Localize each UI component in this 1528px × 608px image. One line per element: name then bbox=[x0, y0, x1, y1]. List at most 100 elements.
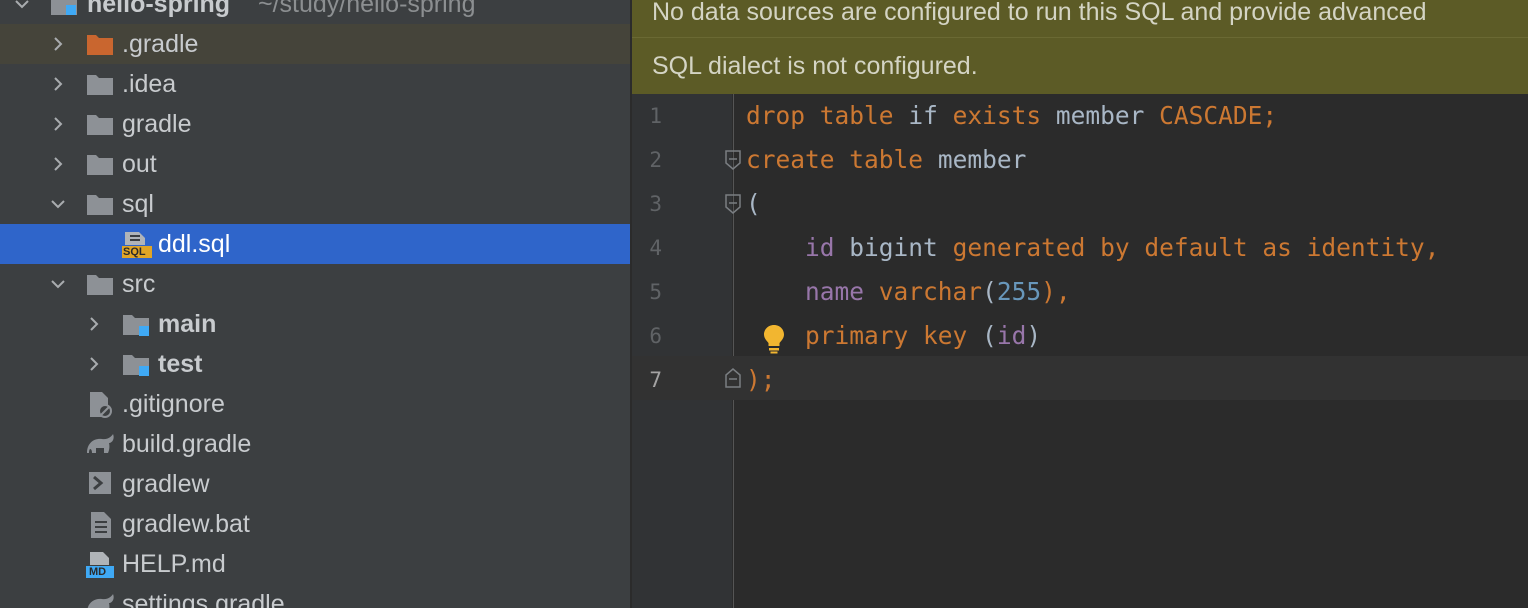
tree-item-gradlew[interactable]: gradlew bbox=[0, 464, 630, 504]
folder-icon bbox=[86, 151, 114, 177]
tree-item-label: test bbox=[158, 350, 203, 378]
sql-keyword: create bbox=[746, 145, 835, 174]
folder-icon bbox=[86, 191, 114, 217]
fold-open-icon[interactable] bbox=[724, 150, 742, 170]
sql-paren: ( bbox=[982, 321, 997, 350]
sql-identifier: member bbox=[1055, 101, 1145, 130]
gradle-file-icon bbox=[84, 591, 116, 608]
tree-item-help-md[interactable]: MD HELP.md bbox=[0, 544, 630, 584]
gitignore-file-icon bbox=[88, 391, 114, 418]
folder-excluded-icon bbox=[86, 31, 114, 57]
sql-number: 255 bbox=[996, 277, 1042, 306]
line-number: 1 bbox=[649, 104, 662, 128]
tree-item-label: gradlew.bat bbox=[122, 510, 250, 538]
sql-type: bigint bbox=[849, 233, 938, 262]
markdown-file-icon: MD bbox=[86, 551, 116, 578]
chevron-right-icon[interactable] bbox=[86, 316, 102, 332]
tree-item-gradle[interactable]: gradle bbox=[0, 104, 630, 144]
folder-icon bbox=[86, 111, 114, 137]
dialect-warning-banner[interactable]: SQL dialect is not configured. bbox=[632, 37, 1528, 94]
tree-item-label: .gradle bbox=[122, 30, 199, 58]
tree-item-sql[interactable]: sql bbox=[0, 184, 630, 224]
source-folder-icon bbox=[122, 311, 150, 337]
folder-icon bbox=[86, 271, 114, 297]
tree-item-label: build.gradle bbox=[122, 430, 252, 458]
sql-keyword: CASCADE; bbox=[1159, 101, 1278, 130]
chevron-down-icon[interactable] bbox=[14, 0, 30, 12]
code-line-6: primary key (id) bbox=[746, 314, 1041, 358]
tree-item-out[interactable]: out bbox=[0, 144, 630, 184]
tree-item-settings-gradle[interactable]: settings.gradle bbox=[0, 584, 630, 608]
sql-keyword: table bbox=[849, 145, 924, 174]
sql-keyword: primary key bbox=[805, 321, 968, 350]
chevron-right-icon[interactable] bbox=[50, 36, 66, 52]
code-line-3: ( bbox=[746, 182, 761, 226]
tree-item-test[interactable]: test bbox=[0, 344, 630, 384]
tree-item-label: out bbox=[122, 150, 157, 178]
tree-item-label: .idea bbox=[122, 70, 177, 98]
md-badge: MD bbox=[89, 566, 107, 578]
sql-badge: SQL bbox=[123, 246, 146, 258]
sql-editor[interactable]: No data sources are configured to run th… bbox=[632, 0, 1528, 608]
chevron-right-icon[interactable] bbox=[50, 116, 66, 132]
sql-type: varchar bbox=[878, 277, 983, 306]
sql-paren: ), bbox=[1041, 277, 1071, 306]
tree-root-hello-spring[interactable]: hello-spring ~/study/hello-spring bbox=[0, 0, 630, 24]
chevron-down-icon[interactable] bbox=[50, 196, 66, 212]
sql-keyword: drop bbox=[746, 101, 806, 130]
code-line-4: id bigint generated by default as identi… bbox=[746, 226, 1439, 270]
sql-keyword: exists bbox=[952, 101, 1042, 130]
sql-keyword: generated by default as identity, bbox=[952, 233, 1440, 262]
gutter-divider bbox=[733, 94, 734, 608]
tree-item-dot-idea[interactable]: .idea bbox=[0, 64, 630, 104]
lightbulb-icon[interactable] bbox=[762, 324, 786, 354]
tree-item-main[interactable]: main bbox=[0, 304, 630, 344]
tree-root-path: ~/study/hello-spring bbox=[258, 0, 476, 18]
sql-keyword: table bbox=[819, 101, 894, 130]
sql-column: name bbox=[805, 277, 865, 306]
tree-item-gitignore[interactable]: .gitignore bbox=[0, 384, 630, 424]
chevron-down-icon[interactable] bbox=[50, 276, 66, 292]
sql-column: id bbox=[805, 233, 835, 262]
test-folder-icon bbox=[122, 351, 150, 377]
folder-icon bbox=[86, 71, 114, 97]
tree-item-label: src bbox=[122, 270, 156, 298]
module-folder-icon bbox=[50, 0, 78, 17]
line-number: 6 bbox=[649, 324, 662, 348]
tree-item-build-gradle[interactable]: build.gradle bbox=[0, 424, 630, 464]
tree-item-gradlew-bat[interactable]: gradlew.bat bbox=[0, 504, 630, 544]
sql-paren: ) bbox=[1026, 321, 1042, 350]
tree-item-label: ddl.sql bbox=[158, 230, 231, 258]
datasource-warning-banner[interactable]: No data sources are configured to run th… bbox=[632, 0, 1528, 37]
tree-item-dot-gradle[interactable]: .gradle bbox=[0, 24, 630, 64]
tree-item-label: .gitignore bbox=[122, 390, 225, 418]
sql-paren: ( bbox=[746, 189, 761, 218]
chevron-right-icon[interactable] bbox=[86, 356, 102, 372]
tree-root-label: hello-spring bbox=[87, 0, 231, 18]
sql-keyword: if bbox=[908, 101, 938, 130]
sql-column: id bbox=[996, 321, 1027, 350]
sql-paren: ); bbox=[746, 365, 776, 394]
line-number: 5 bbox=[649, 280, 662, 304]
sql-identifier: member bbox=[937, 145, 1027, 174]
project-tree: hello-spring ~/study/hello-spring .gradl… bbox=[0, 0, 630, 608]
code-line-1: drop table if exists member CASCADE; bbox=[746, 94, 1277, 138]
line-number: 2 bbox=[649, 148, 662, 172]
tree-item-label: main bbox=[158, 310, 217, 338]
chevron-right-icon[interactable] bbox=[50, 76, 66, 92]
line-number: 3 bbox=[649, 192, 662, 216]
fold-open-icon[interactable] bbox=[724, 194, 742, 214]
tree-item-ddl-sql[interactable]: SQL ddl.sql bbox=[0, 224, 630, 264]
datasource-warning-text: No data sources are configured to run th… bbox=[652, 0, 1427, 26]
sql-file-icon: SQL bbox=[122, 231, 152, 258]
text-file-icon bbox=[90, 511, 112, 538]
chevron-right-icon[interactable] bbox=[50, 156, 66, 172]
tree-item-src[interactable]: src bbox=[0, 264, 630, 304]
line-number-current: 7 bbox=[649, 368, 662, 392]
fold-close-icon[interactable] bbox=[724, 368, 742, 388]
tree-item-label: sql bbox=[122, 190, 154, 218]
line-number: 4 bbox=[649, 236, 662, 260]
code-line-2: create table member bbox=[746, 138, 1026, 182]
tree-item-label: settings.gradle bbox=[122, 590, 285, 608]
tree-item-label: gradle bbox=[122, 110, 192, 138]
